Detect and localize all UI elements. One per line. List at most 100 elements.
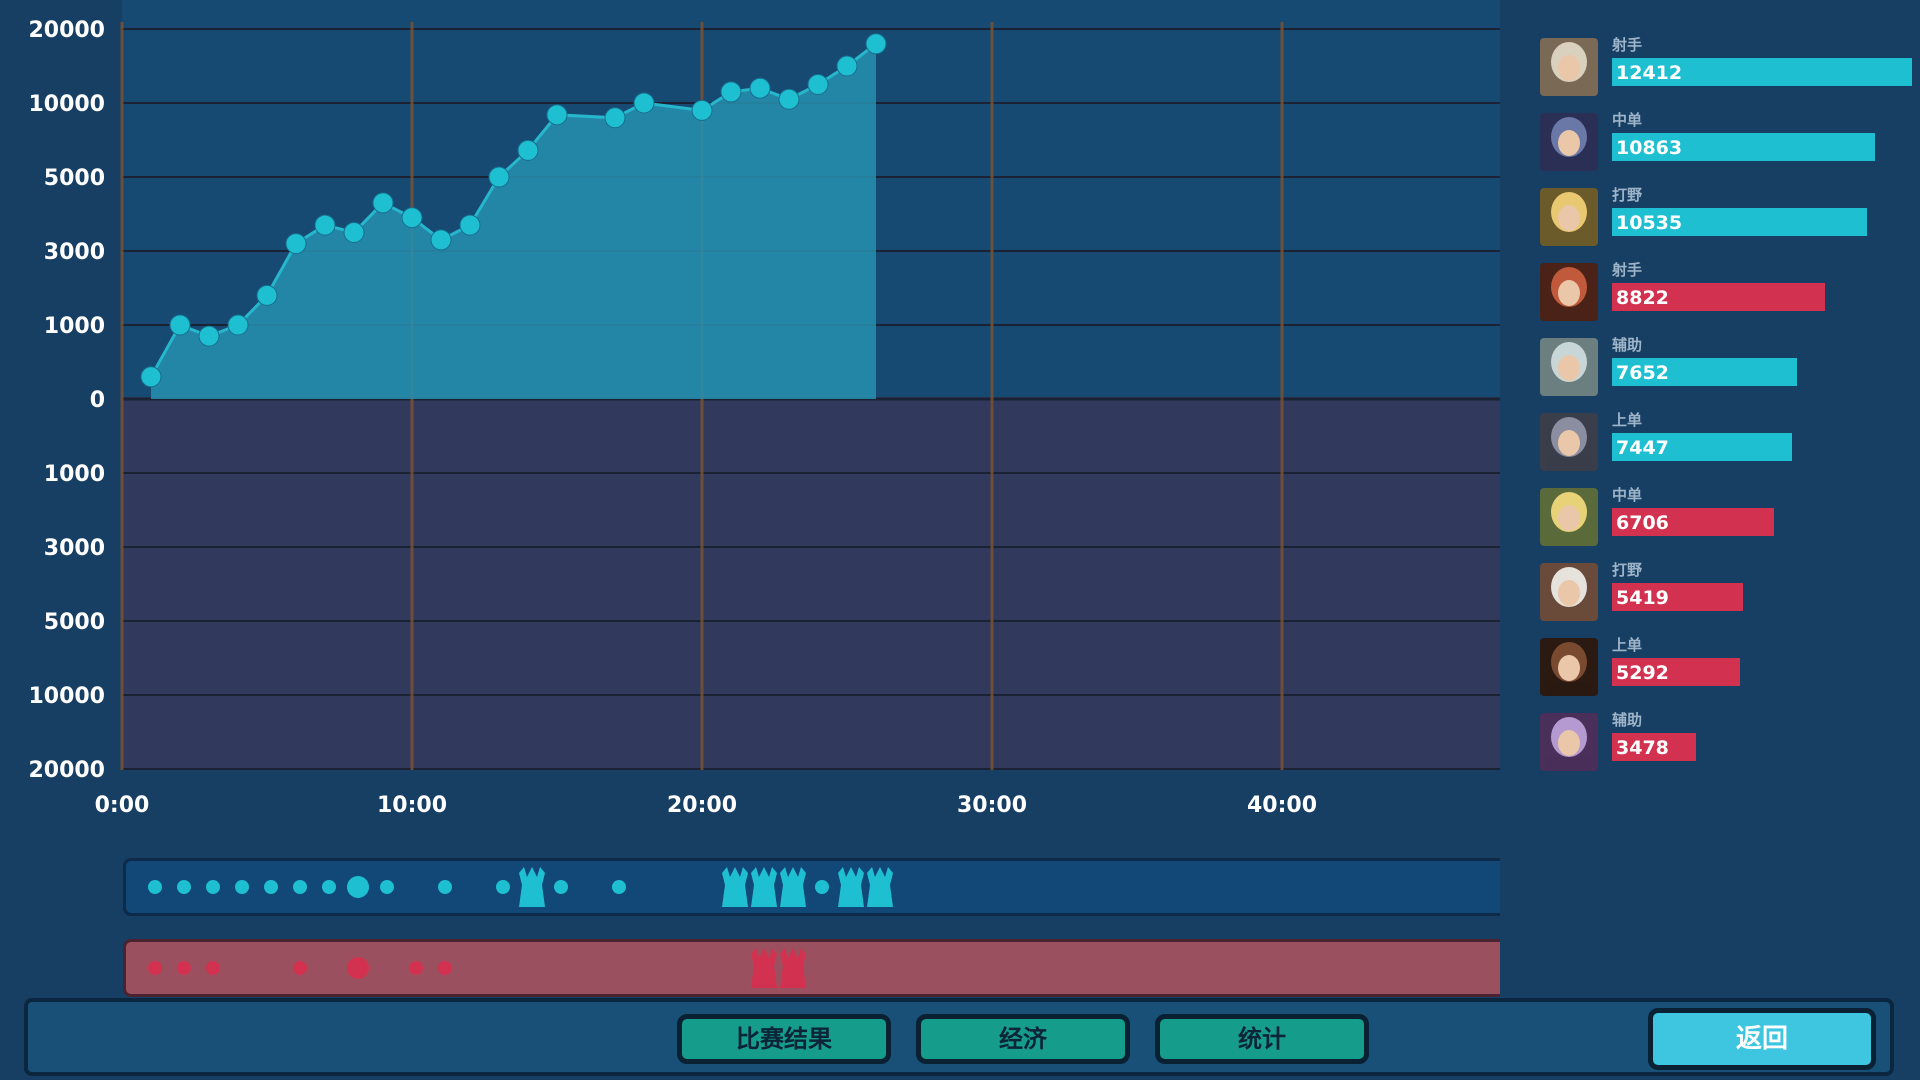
tab-match-result[interactable]: 比赛结果 [677,1014,891,1064]
data-point [720,81,742,103]
data-point [807,74,829,95]
white-hair-avatar [1540,563,1598,621]
player-row: 中单 6706 [1540,484,1920,548]
red-team-event-timeline [123,939,1513,997]
player-gold-value: 10863 [1616,137,1683,159]
x-tick-label: 20:00 [667,793,737,818]
kill-marker [148,961,162,975]
kill-marker [496,880,510,894]
bearded-brute-avatar [1540,638,1598,696]
data-point [198,325,220,347]
y-tick-label: 3000 [44,536,105,561]
golden-fox-avatar [1540,188,1598,246]
purple-hair-avatar [1540,713,1598,771]
player-row: 中单 10863 [1540,109,1920,173]
data-point [488,166,510,188]
y-tick-label: 10000 [28,92,105,117]
blonde-boy-avatar [1540,488,1598,546]
multi-kill-marker [347,957,369,979]
kill-marker [293,961,307,975]
tower-destroyed-icon [751,948,777,988]
player-row: 辅助 7652 [1540,334,1920,398]
player-role: 上单 [1612,411,1643,429]
player-role: 上单 [1612,636,1643,654]
player-row: 打野 10535 [1540,184,1920,248]
x-tick-label: 10:00 [377,793,447,818]
kill-marker [235,880,249,894]
player-role: 辅助 [1612,336,1643,354]
back-button[interactable]: 返回 [1648,1008,1876,1070]
player-gold-value: 5292 [1616,662,1669,684]
y-tick-label: 20000 [28,18,105,43]
blue-event-markers [148,867,893,907]
tab-economy[interactable]: 经济 [916,1014,1130,1064]
kill-marker [177,961,191,975]
data-point [633,92,655,114]
redhead-archer-avatar [1540,263,1598,321]
data-point [546,104,568,126]
y-tick-label: 1000 [44,314,105,339]
data-point [140,366,162,388]
tower-destroyed-icon [722,867,748,907]
y-tick-label: 10000 [28,684,105,709]
data-point [285,233,307,255]
tower-destroyed-icon [519,867,545,907]
x-axis-labels: 0:00 10:00 20:00 30:00 40:00 [95,793,1317,818]
player-role: 射手 [1612,36,1643,54]
multi-kill-marker [347,876,369,898]
data-point [372,192,394,214]
tower-destroyed-icon [838,867,864,907]
player-gold-value: 3478 [1616,737,1669,759]
y-tick-label: 5000 [44,166,105,191]
kill-marker [206,961,220,975]
kill-marker [612,880,626,894]
player-row: 上单 7447 [1540,409,1920,473]
player-role: 打野 [1612,186,1643,204]
kill-marker [438,880,452,894]
y-tick-label: 20000 [28,758,105,783]
player-gold-value: 12412 [1616,62,1683,84]
silver-support-avatar [1540,338,1598,396]
data-point [314,214,336,236]
kill-marker [380,880,394,894]
kill-marker [293,880,307,894]
kill-marker [206,880,220,894]
player-row: 射手 12412 [1540,34,1920,98]
player-row: 打野 5419 [1540,559,1920,623]
data-point [430,229,452,251]
gold-difference-chart: 2000010000500030001000010003000500010000… [28,0,1500,818]
kill-marker [177,880,191,894]
player-role: 中单 [1612,111,1643,129]
armored-knight-avatar [1540,413,1598,471]
y-tick-label: 5000 [44,610,105,635]
data-point [836,55,858,77]
player-gold-value: 6706 [1616,512,1669,534]
player-gold-value: 8822 [1616,287,1669,309]
y-tick-label: 1000 [44,462,105,487]
kill-marker [322,880,336,894]
player-role: 打野 [1612,561,1643,579]
data-point [401,207,423,229]
player-row: 辅助 3478 [1540,709,1920,773]
player-role: 中单 [1612,486,1643,504]
player-row: 射手 8822 [1540,259,1920,323]
blue-team-event-timeline [123,858,1513,916]
x-tick-label: 40:00 [1247,793,1317,818]
tower-destroyed-icon [780,948,806,988]
kill-marker [554,880,568,894]
tab-statistics[interactable]: 统计 [1155,1014,1369,1064]
data-point [227,314,249,336]
player-gold-panel: 射手 12412 中单 10863 打野 10535 射手 8822 辅助 7652 上单 [1500,0,1920,998]
data-point [517,139,539,161]
player-role: 射手 [1612,261,1643,279]
data-point [604,107,626,129]
data-point [778,88,800,110]
player-role: 辅助 [1612,711,1643,729]
kill-marker [815,880,829,894]
y-tick-label: 0 [90,388,105,413]
kill-marker [148,880,162,894]
data-point [343,222,365,243]
red-event-markers [148,948,806,988]
player-row: 上单 5292 [1540,634,1920,698]
y-axis-labels: 2000010000500030001000010003000500010000… [28,18,105,783]
